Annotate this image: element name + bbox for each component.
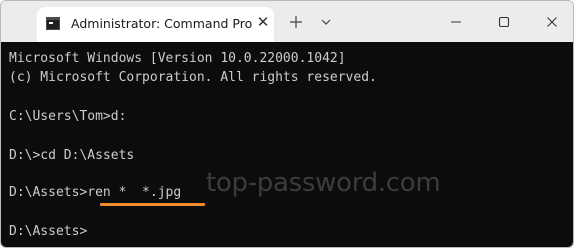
maximize-button[interactable] [495,13,513,31]
terminal-line: (c) Microsoft Corporation. All rights re… [9,70,377,85]
terminal-output[interactable]: Microsoft Windows [Version 10.0.22000.10… [1,42,573,247]
close-button[interactable] [543,13,561,31]
close-icon [547,17,557,27]
command-highlight-underline [100,203,205,206]
chevron-down-icon [321,19,331,25]
cmd-icon [46,17,60,30]
terminal-line: Microsoft Windows [Version 10.0.22000.10… [9,51,346,66]
maximize-icon [498,16,510,28]
title-bar: Administrator: Command Pro ✕ [1,1,573,42]
tab-command-prompt[interactable]: Administrator: Command Pro ✕ [37,7,274,42]
tab-close-icon[interactable]: ✕ [255,14,271,30]
minimize-button[interactable] [447,13,465,31]
terminal-line: C:\Users\Tom>d: [9,109,127,124]
terminal-line: D:\>cd D:\Assets [9,148,135,163]
watermark: top-password.com [206,168,441,198]
tab-dropdown-button[interactable] [317,13,335,31]
tab-title: Administrator: Command Pro [71,16,253,31]
terminal-window: Administrator: Command Pro ✕ Microsoft W… [0,0,574,248]
terminal-line: D:\Assets> [9,224,88,239]
minimize-icon [451,21,461,23]
terminal-line: D:\Assets>ren * *.jpg [9,185,182,200]
new-tab-button[interactable] [287,13,305,31]
plus-icon [290,16,302,28]
